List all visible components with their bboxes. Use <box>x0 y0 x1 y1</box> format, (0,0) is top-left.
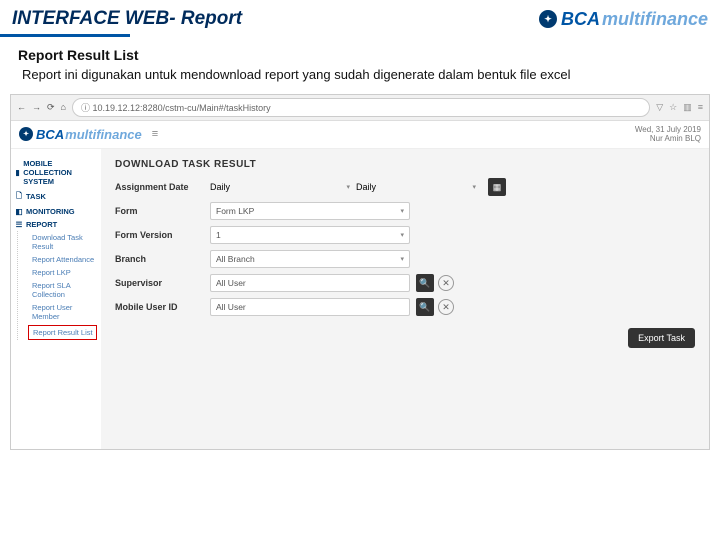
logo-bca: BCA <box>561 9 600 30</box>
nav-reload-icon[interactable]: ⟳ <box>47 102 55 113</box>
shield-icon[interactable]: ▽ <box>656 102 663 113</box>
search-icon: 🔍 <box>419 278 430 289</box>
select-assign-period-2[interactable]: Daily▾ <box>356 178 476 196</box>
label-mobile-user: Mobile User ID <box>115 302 210 312</box>
app-header: ✦ BCA multifinance ≡ Wed, 31 July 2019 N… <box>11 121 709 149</box>
panel-title: DOWNLOAD TASK RESULT <box>115 159 695 170</box>
nav-download-task[interactable]: Download Task Result <box>28 231 97 253</box>
lock-icon: ⓘ <box>81 103 90 113</box>
input-mobile-user[interactable] <box>210 298 410 316</box>
close-icon: ✕ <box>442 278 450 289</box>
label-assignment-date: Assignment Date <box>115 182 210 192</box>
sidebar: ▮MOBILE COLLECTION SYSTEM 🗋TASK ◧MONITOR… <box>11 149 101 449</box>
app-logo: ✦ BCA multifinance <box>19 127 142 142</box>
report-icon: ☰ <box>15 220 23 229</box>
title-underline <box>0 34 130 37</box>
brand-logo: ✦ BCA multifinance <box>539 9 708 30</box>
search-mobile-user-button[interactable]: 🔍 <box>416 298 434 316</box>
app-logo-orb-icon: ✦ <box>19 127 33 141</box>
nav-report-user[interactable]: Report User Member <box>28 301 97 323</box>
nav-head-report[interactable]: ☰REPORT <box>15 220 97 229</box>
nav-report-attendance[interactable]: Report Attendance <box>28 253 97 266</box>
select-branch[interactable]: All Branch▾ <box>210 250 410 268</box>
label-branch: Branch <box>115 254 210 264</box>
section-subhead: Report Result List <box>0 47 720 67</box>
select-assign-period[interactable]: Daily▾ <box>210 178 350 196</box>
library-icon[interactable]: ▥ <box>683 102 692 113</box>
nav-report-lkp[interactable]: Report LKP <box>28 266 97 279</box>
select-form[interactable]: Form LKP▾ <box>210 202 410 220</box>
app-logo-mf: multifinance <box>65 127 142 142</box>
star-icon[interactable]: ☆ <box>669 102 677 113</box>
input-supervisor[interactable] <box>210 274 410 292</box>
nav-home-icon[interactable]: ⌂ <box>61 102 66 112</box>
logo-orb-icon: ✦ <box>539 10 557 28</box>
chevron-down-icon: ▾ <box>400 255 404 263</box>
chevron-down-icon: ▾ <box>400 207 404 215</box>
chevron-down-icon: ▾ <box>346 183 350 191</box>
search-icon: 🔍 <box>419 302 430 313</box>
mobile-icon: ▮ <box>15 168 20 177</box>
browser-toolbar: ← → ⟳ ⌂ ⓘ 10.19.12.12:8280/cstm-cu/Main#… <box>11 95 709 121</box>
header-user: Nur Amin BLQ <box>635 134 701 144</box>
chevron-down-icon: ▾ <box>472 183 476 191</box>
menu-icon[interactable]: ≡ <box>698 102 703 113</box>
chevron-down-icon: ▾ <box>400 231 404 239</box>
section-description: Report ini digunakan untuk mendownload r… <box>0 67 720 94</box>
address-bar[interactable]: ⓘ 10.19.12.12:8280/cstm-cu/Main#/taskHis… <box>72 98 650 117</box>
slide-title: INTERFACE WEB- Report <box>12 8 242 30</box>
clear-supervisor-button[interactable]: ✕ <box>438 275 454 291</box>
select-form-version[interactable]: 1▾ <box>210 226 410 244</box>
monitoring-icon: ◧ <box>15 207 23 216</box>
nav-head-task[interactable]: 🗋TASK <box>15 190 97 203</box>
user-info: Wed, 31 July 2019 Nur Amin BLQ <box>635 125 701 144</box>
nav-report-sla[interactable]: Report SLA Collection <box>28 279 97 301</box>
url-text: 10.19.12.12:8280/cstm-cu/Main#/taskHisto… <box>93 103 271 113</box>
calendar-icon: ▦ <box>493 182 502 193</box>
sidebar-toggle-icon[interactable]: ≡ <box>152 128 158 140</box>
clear-mobile-user-button[interactable]: ✕ <box>438 299 454 315</box>
main-panel: DOWNLOAD TASK RESULT Assignment Date Dai… <box>101 149 709 449</box>
calendar-button[interactable]: ▦ <box>488 178 506 196</box>
export-task-button[interactable]: Export Task <box>628 328 695 348</box>
nav-head-monitoring[interactable]: ◧MONITORING <box>15 207 97 216</box>
task-icon: 🗋 <box>15 190 23 203</box>
app-logo-bca: BCA <box>36 127 64 142</box>
label-supervisor: Supervisor <box>115 278 210 288</box>
label-form-version: Form Version <box>115 230 210 240</box>
nav-report-result-list[interactable]: Report Result List <box>28 325 97 340</box>
close-icon: ✕ <box>442 302 450 313</box>
browser-window: ← → ⟳ ⌂ ⓘ 10.19.12.12:8280/cstm-cu/Main#… <box>10 94 710 450</box>
search-supervisor-button[interactable]: 🔍 <box>416 274 434 292</box>
nav-head-mobile[interactable]: ▮MOBILE COLLECTION SYSTEM <box>15 159 97 186</box>
nav-back-icon[interactable]: ← <box>17 102 26 112</box>
logo-multifinance: multifinance <box>602 9 708 30</box>
header-date: Wed, 31 July 2019 <box>635 125 701 135</box>
label-form: Form <box>115 206 210 216</box>
nav-forward-icon[interactable]: → <box>32 102 41 112</box>
